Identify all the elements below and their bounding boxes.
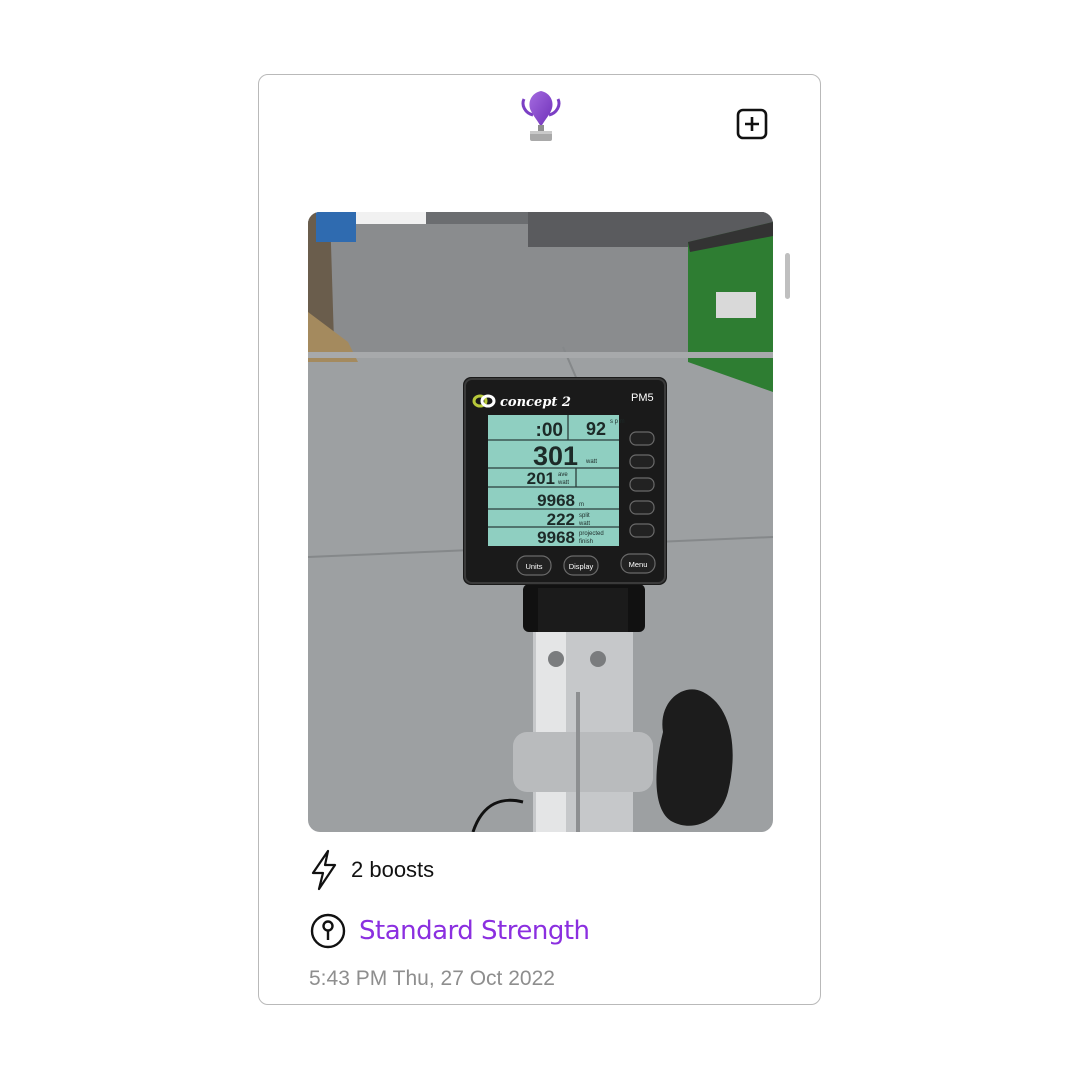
monitor-split: 222 <box>547 510 575 529</box>
lightning-bolt-icon <box>311 849 337 891</box>
monitor-watts: 301 <box>533 441 578 471</box>
monitor-button-units: Units <box>525 562 542 571</box>
monitor-ave-unit-1: ave <box>558 472 568 478</box>
goal-row[interactable]: Standard Strength <box>309 911 590 951</box>
monitor-time: :00 <box>536 420 563 441</box>
monitor-projected-unit-1: projected <box>579 531 604 537</box>
monitor-ave-unit-2: watt <box>557 480 569 486</box>
monitor-button-display: Display <box>569 562 594 571</box>
boosts-row[interactable]: 2 boosts <box>309 848 434 892</box>
trophy-logo-icon[interactable] <box>519 89 563 145</box>
monitor-split-unit-2: watt <box>578 521 590 527</box>
monitor-ave-watts: 201 <box>527 469 555 488</box>
monitor-button-menu: Menu <box>629 560 648 569</box>
pin-icon <box>310 913 346 949</box>
goal-link[interactable]: Standard Strength <box>359 916 590 946</box>
monitor-watts-unit: watt <box>585 459 597 465</box>
monitor-spm: 92 <box>586 419 606 439</box>
post-timestamp: 5:43 PM Thu, 27 Oct 2022 <box>309 967 555 990</box>
monitor-meters-unit: m <box>579 502 584 508</box>
add-post-button[interactable] <box>735 107 769 141</box>
plus-square-icon <box>736 108 768 140</box>
post-card: concept 2 PM5 :00 92 301 201 9968 222 99 <box>258 74 821 1005</box>
monitor-spm-unit: s p m <box>610 419 625 425</box>
monitor-projected: 9968 <box>537 528 575 547</box>
boosts-count: 2 boosts <box>351 857 435 882</box>
monitor-split-unit-1: split <box>579 513 590 519</box>
monitor-brand: concept 2 <box>500 395 571 410</box>
post-photo: concept 2 PM5 :00 92 301 201 9968 222 99 <box>308 212 773 832</box>
monitor-projected-unit-2: finish <box>579 539 593 545</box>
scrollbar[interactable] <box>785 253 790 299</box>
monitor-meters: 9968 <box>537 491 575 510</box>
monitor-model: PM5 <box>631 392 654 404</box>
